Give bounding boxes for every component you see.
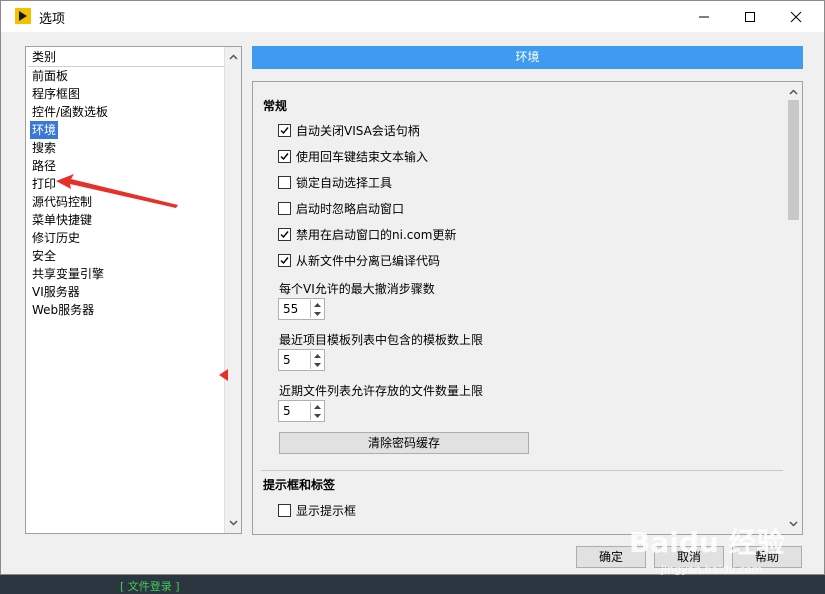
checkbox-label: 启动时忽略启动窗口 (296, 201, 405, 216)
background-text: [ 文件登录 ] (120, 580, 180, 593)
checkbox-row[interactable]: 自动关闭VISA会话句柄 (278, 121, 420, 139)
annotation-arrow-icon (56, 174, 178, 208)
category-list-panel: 类别 前面板 程序框图 控件/函数选板 环境 搜索 路径 打印 源代码控制 菜单快捷键 修订历史安… (25, 46, 242, 534)
settings-scrollbar[interactable] (785, 82, 802, 534)
general-group-title: 常规 (263, 99, 288, 113)
checkmark-icon (280, 230, 289, 238)
watermark-logo: Baidu 经验 (629, 526, 785, 559)
increment-icon[interactable] (311, 300, 323, 309)
increment-icon[interactable] (311, 351, 323, 360)
checkbox-row[interactable]: 使用回车键结束文本输入 (278, 147, 428, 165)
checkbox-label: 显示提示框 (296, 503, 357, 518)
undo-steps-value: 55 (283, 302, 299, 316)
category-item[interactable]: 控件/函数选板 (30, 103, 110, 121)
checkbox-label: 自动关闭VISA会话句柄 (296, 123, 420, 138)
recent-files-limit-label: 近期文件列表允许存放的文件数量上限 (279, 384, 484, 398)
checkbox-label: 使用回车键结束文本输入 (296, 149, 429, 164)
checkbox-label: 禁用在启动窗口的ni.com更新 (296, 227, 457, 242)
category-item[interactable]: VI服务器 (30, 283, 110, 301)
scroll-up-button[interactable] (785, 84, 801, 100)
app-icon (15, 8, 31, 24)
checkbox-label: 锁定自动选择工具 (296, 175, 393, 190)
checkmark-icon (280, 256, 289, 264)
templates-limit-label: 最近项目模板列表中包含的模板数上限 (279, 333, 484, 347)
undo-steps-label: 每个VI允许的最大撤消步骤数 (279, 282, 435, 296)
decrement-icon[interactable] (311, 411, 323, 420)
recent-files-limit-stepper[interactable]: 5 (278, 400, 325, 422)
chevron-down-icon (228, 520, 238, 526)
category-item[interactable]: 修订历史 (30, 229, 110, 247)
templates-limit-spin-buttons[interactable] (310, 351, 323, 369)
scroll-thumb[interactable] (788, 100, 799, 220)
checkbox-checked[interactable] (278, 123, 291, 137)
templates-limit-stepper[interactable]: 5 (278, 349, 325, 371)
minimize-button[interactable] (681, 1, 727, 32)
checkbox-label: 从新文件中分离已编译代码 (296, 253, 441, 268)
decrement-icon[interactable] (311, 360, 323, 369)
undo-steps-stepper[interactable]: 55 (278, 298, 325, 320)
chevron-up-icon (788, 89, 798, 95)
category-item[interactable]: 安全 (30, 247, 110, 265)
checkbox-row[interactable]: 禁用在启动窗口的ni.com更新 (278, 225, 456, 243)
window-title: 选项 (39, 12, 66, 27)
checkmark-icon (280, 152, 289, 160)
tips-group-title: 提示框和标签 (263, 478, 336, 492)
category-item[interactable]: 程序框图 (30, 85, 110, 103)
checkbox-unchecked[interactable] (278, 201, 291, 215)
recent-files-limit-spin-buttons[interactable] (310, 402, 323, 420)
category-scrollbar[interactable] (224, 47, 241, 533)
increment-icon[interactable] (311, 402, 323, 411)
clear-password-cache-button[interactable]: 清除密码缓存 (279, 432, 529, 454)
close-icon (790, 11, 802, 22)
checkbox-row[interactable]: 锁定自动选择工具 (278, 173, 392, 191)
templates-limit-value: 5 (283, 353, 291, 367)
section-title-bar: 环境 (252, 46, 803, 69)
checkbox-unchecked[interactable] (278, 175, 291, 189)
minimize-icon (699, 16, 709, 17)
watermark-url: jingyan.baidu.com (661, 563, 763, 576)
checkbox-checked[interactable] (278, 149, 291, 163)
close-button[interactable] (773, 1, 819, 32)
maximize-button[interactable] (727, 1, 773, 32)
maximize-icon (745, 11, 755, 22)
recent-files-limit-value: 5 (283, 404, 291, 418)
category-item[interactable]: 前面板 (30, 67, 110, 85)
chevron-down-icon (788, 521, 798, 527)
decrement-icon[interactable] (311, 309, 323, 318)
checkbox-checked[interactable] (278, 227, 291, 241)
checkmark-icon (280, 126, 289, 134)
checkbox-checked[interactable] (278, 253, 291, 267)
group-separator (261, 470, 783, 471)
checkbox-row[interactable]: 从新文件中分离已编译代码 (278, 251, 440, 269)
category-item[interactable]: 共享变量引擎 (30, 265, 110, 283)
undo-steps-spin-buttons[interactable] (310, 300, 323, 318)
options-dialog: 选项 类别 前面板 程序框图 控件/函数选板 环境 搜索 路径 打印 源代码控制 菜单快捷键 修订… (0, 0, 825, 576)
category-item[interactable]: 搜索 (30, 139, 110, 157)
settings-panel: 常规 自动关闭VISA会话句柄 使用回车键结束文本输入 锁定自动选择工具 启动时忽略启… (252, 81, 803, 535)
checkbox-unchecked[interactable] (278, 503, 291, 517)
checkbox-row[interactable]: 启动时忽略启动窗口 (278, 199, 404, 217)
scroll-up-button[interactable] (225, 49, 241, 65)
category-item[interactable]: Web服务器 (30, 301, 110, 319)
category-header: 类别 (28, 49, 225, 67)
checkbox-row[interactable]: 显示提示框 (278, 501, 356, 519)
chevron-up-icon (228, 54, 238, 60)
category-item[interactable]: 环境 (30, 121, 59, 139)
scroll-down-button[interactable] (225, 515, 241, 531)
title-bar[interactable]: 选项 (1, 1, 824, 32)
scroll-down-button[interactable] (785, 516, 801, 532)
annotation-marker-icon (219, 369, 228, 381)
